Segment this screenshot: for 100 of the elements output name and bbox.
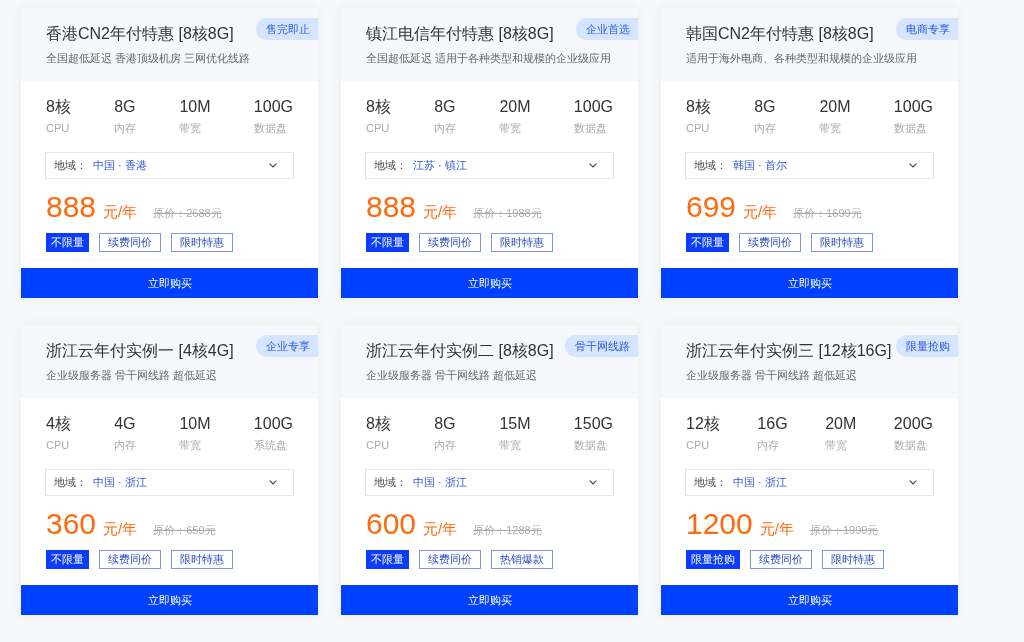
spec-label: CPU [46, 438, 70, 452]
plan-description: 全国超低延迟 适用于各种类型和规模的企业级应用 [366, 51, 612, 65]
plan-title: 浙江云年付实例二 [8核8G] [366, 341, 554, 361]
plan-title: 韩国CN2年付特惠 [8核8G] [686, 24, 874, 44]
original-price: 原价：1699元 [793, 206, 862, 221]
spec-label: 带宽 [819, 121, 842, 135]
region-select[interactable]: 地域： 中国 · 浙江 [365, 469, 614, 496]
plan-title: 浙江云年付实例三 [12核16G] [686, 341, 892, 361]
price-unit: 元/年 [759, 520, 794, 539]
spec-value: 100G [253, 414, 293, 434]
feature-tag: 限时特惠 [171, 233, 233, 252]
plan-description: 企业级服务器 骨干网线路 超低延迟 [46, 368, 218, 382]
promo-badge: 限量抢购 [896, 335, 958, 357]
promo-badge: 骨干网线路 [565, 335, 638, 357]
buy-button[interactable]: 立即购买 [341, 585, 638, 615]
spec-value: 8核 [686, 97, 711, 117]
chevron-down-icon [269, 480, 277, 485]
spec-label: 带宽 [499, 438, 522, 452]
chevron-down-icon [589, 163, 597, 168]
spec-label: 带宽 [499, 121, 522, 135]
buy-button[interactable]: 立即购买 [21, 585, 318, 615]
feature-tag: 热销爆款 [491, 550, 553, 569]
price-unit: 元/年 [423, 203, 458, 222]
feature-tag: 不限量 [366, 233, 409, 252]
feature-tag: 限量抢购 [686, 550, 740, 569]
feature-tag: 不限量 [366, 550, 409, 569]
original-price: 原价：650元 [153, 523, 216, 538]
spec-label: 数据盘 [573, 121, 607, 135]
promo-badge: 电商专享 [896, 18, 958, 40]
spec-label: 带宽 [179, 438, 202, 452]
price-amount: 888 [366, 189, 417, 225]
buy-button[interactable]: 立即购买 [341, 268, 638, 298]
spec-label: 内存 [434, 121, 457, 135]
spec-value: 20M [825, 414, 857, 434]
chevron-down-icon [589, 480, 597, 485]
spec-value: 100G [573, 97, 613, 117]
spec-value: 8核 [366, 414, 391, 434]
region-select[interactable]: 地域： 中国 · 浙江 [685, 469, 934, 496]
spec-value: 12核 [686, 414, 720, 434]
chevron-down-icon [269, 163, 277, 168]
feature-tag: 续费同价 [99, 550, 161, 569]
region-select[interactable]: 地域： 江苏 · 镇江 [365, 152, 614, 179]
buy-button[interactable]: 立即购买 [661, 585, 958, 615]
spec-label: 内存 [757, 438, 780, 452]
feature-tag: 限时特惠 [491, 233, 553, 252]
price-unit: 元/年 [423, 520, 458, 539]
spec-value: 4核 [46, 414, 71, 434]
spec-label: CPU [686, 438, 710, 452]
spec-value: 8核 [366, 97, 391, 117]
feature-tag: 续费同价 [739, 233, 801, 252]
spec-label: 数据盘 [893, 121, 927, 135]
buy-button[interactable]: 立即购买 [21, 268, 318, 298]
price-amount: 699 [686, 189, 737, 225]
price-amount: 600 [366, 506, 417, 542]
promo-badge: 售完即止 [256, 18, 318, 40]
plan-description: 企业级服务器 骨干网线路 超低延迟 [686, 368, 858, 382]
spec-label: 内存 [434, 438, 457, 452]
region-select[interactable]: 地域： 韩国 · 首尔 [685, 152, 934, 179]
spec-value: 8G [114, 97, 136, 117]
promo-badge: 企业专享 [256, 335, 318, 357]
price-amount: 360 [46, 506, 97, 542]
plan-description: 适用于海外电商、各种类型和规模的企业级应用 [686, 51, 917, 65]
spec-value: 10M [179, 414, 211, 434]
spec-label: CPU [366, 121, 390, 135]
spec-label: 内存 [114, 438, 137, 452]
feature-tag: 续费同价 [419, 550, 481, 569]
buy-button[interactable]: 立即购买 [661, 268, 958, 298]
plan-title: 浙江云年付实例一 [4核4G] [46, 341, 234, 361]
original-price: 原价：1988元 [473, 206, 542, 221]
spec-value: 100G [253, 97, 293, 117]
price-amount: 888 [46, 189, 97, 225]
spec-label: 数据盘 [573, 438, 607, 452]
chevron-down-icon [909, 480, 917, 485]
spec-value: 8核 [46, 97, 71, 117]
price-unit: 元/年 [103, 203, 138, 222]
spec-value: 20M [819, 97, 851, 117]
spec-label: 内存 [114, 121, 137, 135]
region-select[interactable]: 地域： 中国 · 浙江 [45, 469, 294, 496]
feature-tag: 限时特惠 [171, 550, 233, 569]
feature-tag: 不限量 [686, 233, 729, 252]
spec-label: 内存 [754, 121, 777, 135]
feature-tag: 不限量 [46, 233, 89, 252]
spec-value: 8G [434, 414, 456, 434]
spec-label: 系统盘 [253, 438, 287, 452]
original-price: 原价：1288元 [473, 523, 542, 538]
spec-value: 10M [179, 97, 211, 117]
spec-label: 数据盘 [893, 438, 927, 452]
feature-tag: 限时特惠 [822, 550, 884, 569]
spec-value: 16G [757, 414, 788, 434]
spec-value: 100G [893, 97, 933, 117]
plan-title: 香港CN2年付特惠 [8核8G] [46, 24, 234, 44]
spec-label: 带宽 [179, 121, 202, 135]
spec-label: CPU [366, 438, 390, 452]
original-price: 原价：1999元 [809, 523, 879, 538]
plan-description: 企业级服务器 骨干网线路 超低延迟 [366, 368, 538, 382]
spec-value: 8G [434, 97, 456, 117]
region-select[interactable]: 地域： 中国 · 香港 [45, 152, 294, 179]
chevron-down-icon [909, 163, 917, 168]
spec-label: 带宽 [825, 438, 848, 452]
plan-title: 镇江电信年付特惠 [8核8G] [366, 24, 554, 44]
